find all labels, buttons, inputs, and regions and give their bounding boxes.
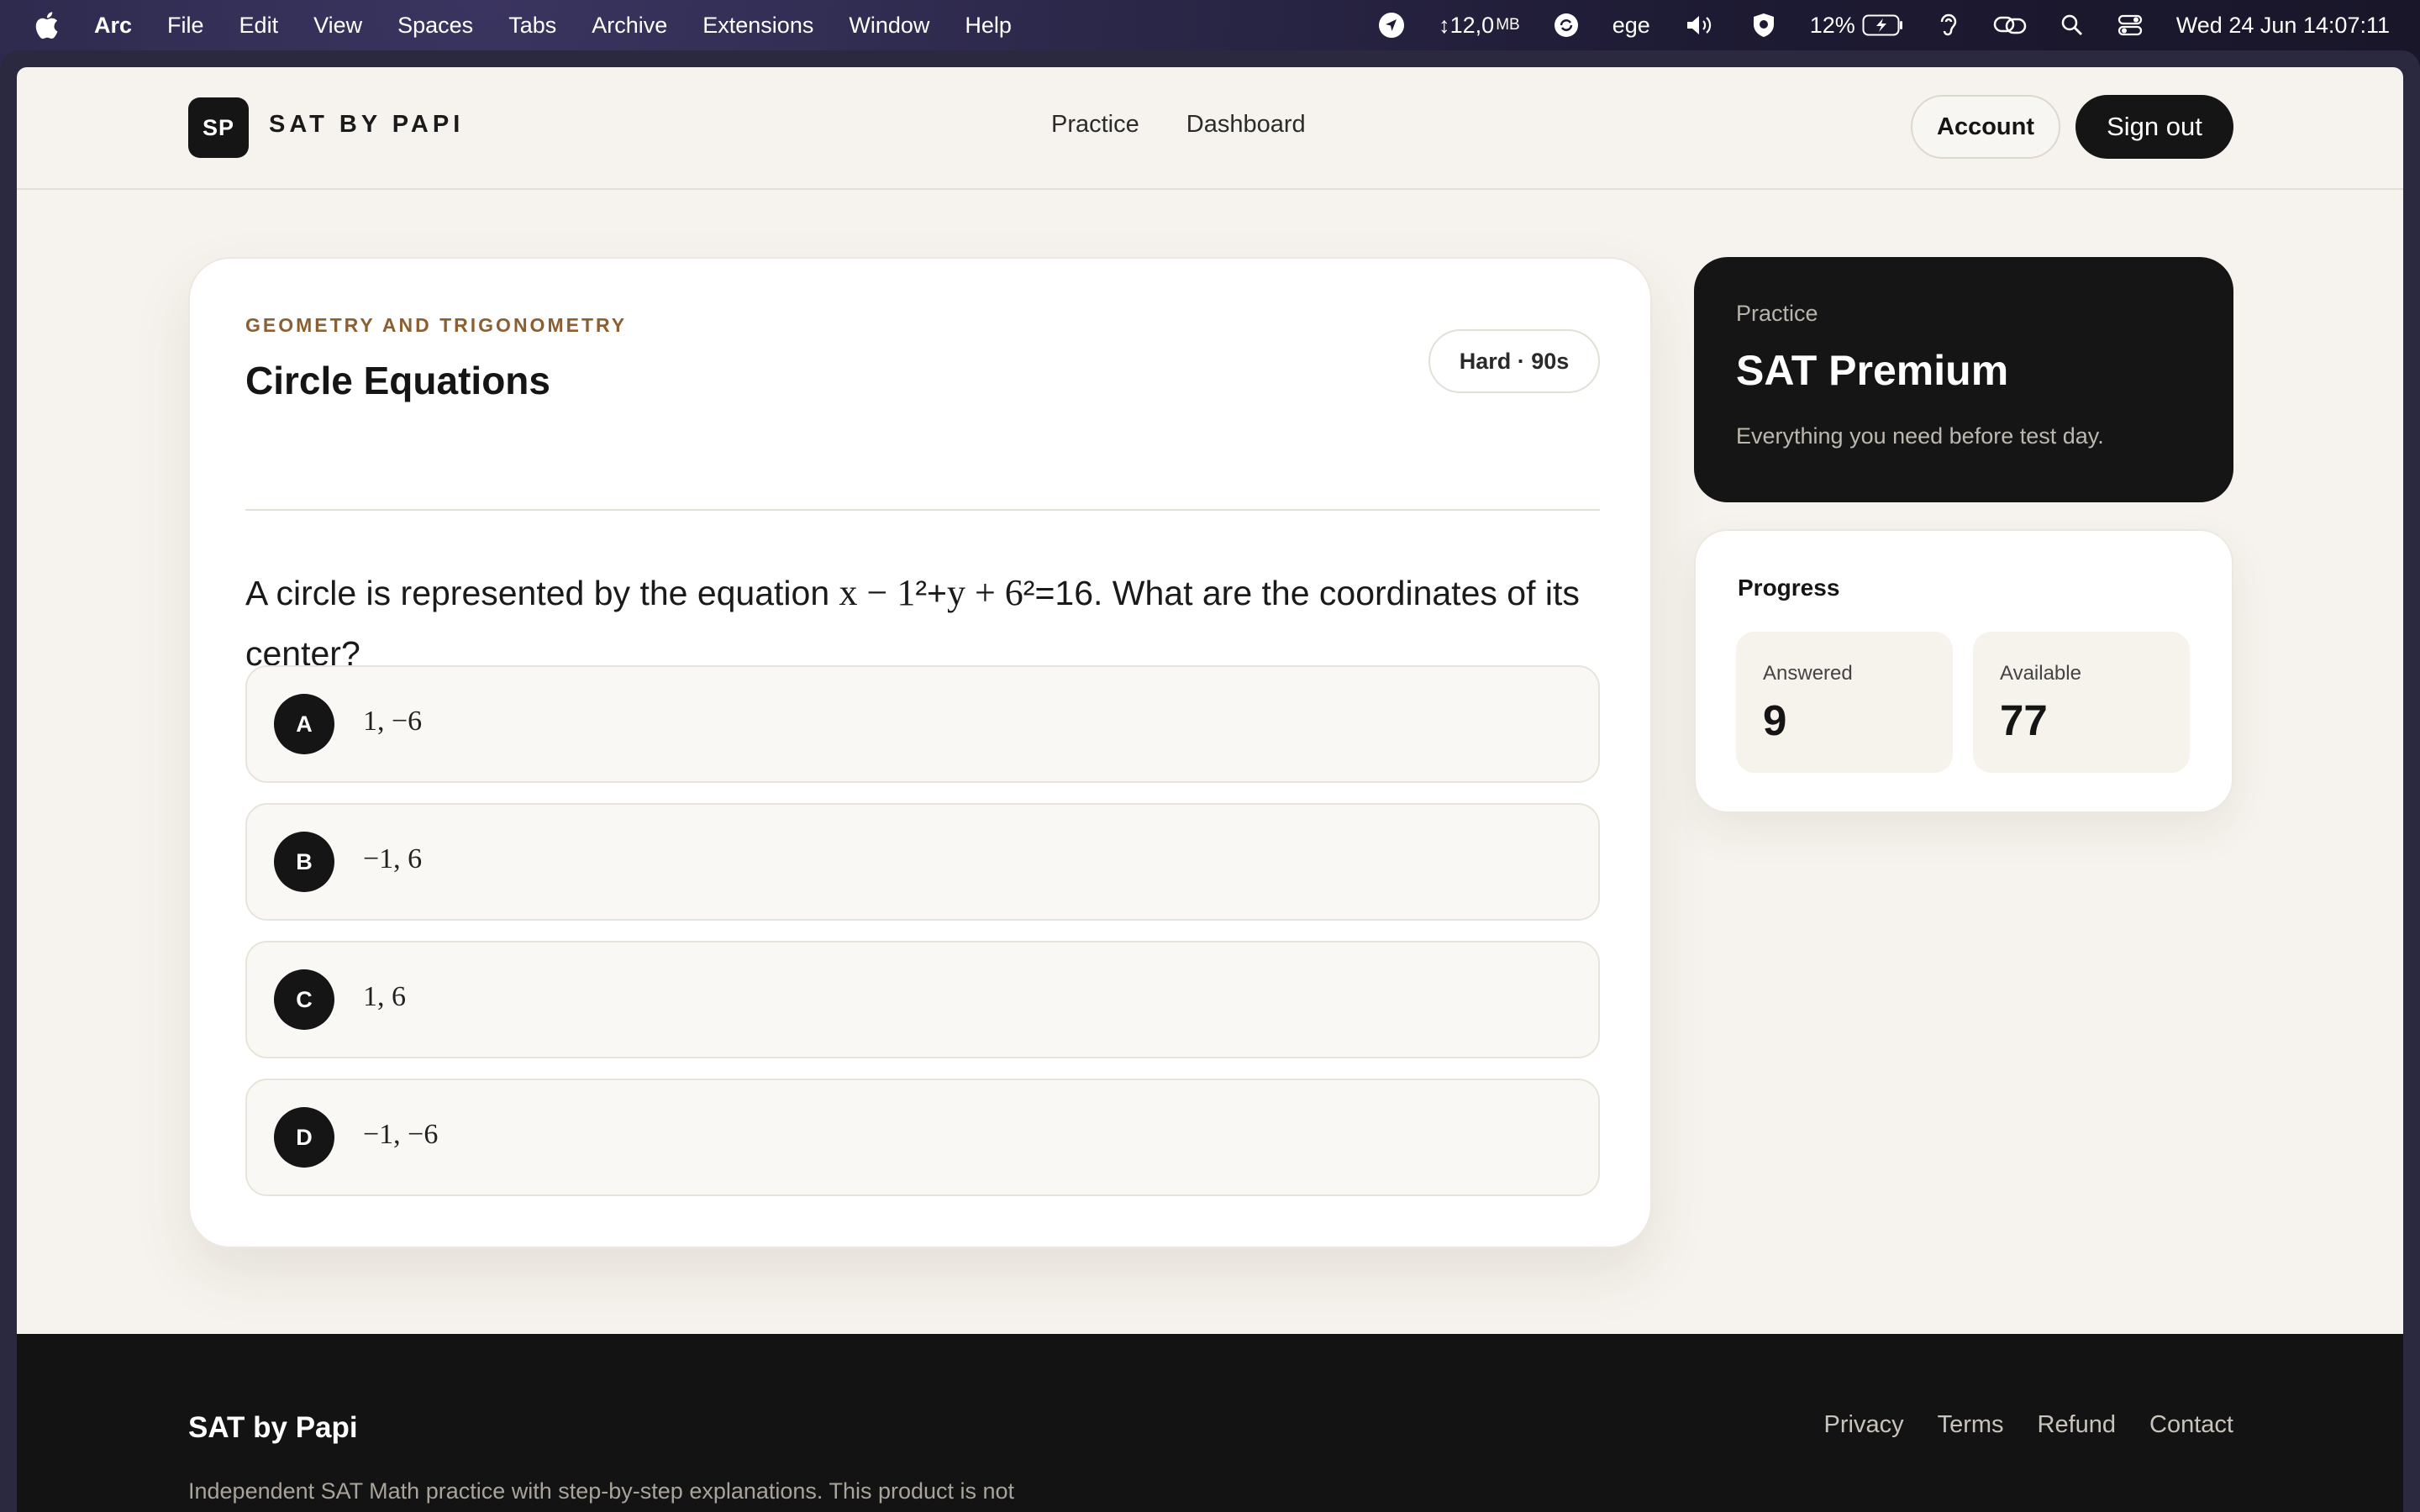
menu-app-name[interactable]: Arc — [94, 13, 132, 39]
browser-window: SP SAT BY PAPI Practice Dashboard Accoun… — [0, 50, 2420, 1512]
choice-value: −1, 6 — [363, 843, 423, 874]
answered-stat: Answered 9 — [1736, 632, 1953, 773]
answered-label: Answered — [1763, 662, 1853, 685]
menu-bar: Arc File Edit View Spaces Tabs Archive E… — [0, 0, 2420, 50]
progress-title: Progress — [1738, 575, 1840, 601]
premium-card: Practice SAT Premium Everything you need… — [1694, 257, 2233, 502]
battery-icon — [1862, 14, 1904, 36]
footer-link-privacy[interactable]: Privacy — [1824, 1411, 1904, 1439]
equation-term-x: x − 1 — [839, 572, 916, 613]
footer-link-contact[interactable]: Contact — [2149, 1411, 2233, 1439]
difficulty-badge: Hard · 90s — [1428, 329, 1600, 393]
menu-edit[interactable]: Edit — [239, 13, 279, 39]
choice-letter-badge: B — [274, 832, 334, 892]
nav-dashboard[interactable]: Dashboard — [1186, 111, 1306, 139]
available-label: Available — [2000, 662, 2081, 685]
control-center-icon[interactable] — [2118, 13, 2143, 37]
search-icon[interactable] — [2060, 13, 2084, 37]
choice-value: 1, −6 — [363, 706, 423, 737]
equation-plus: + — [927, 574, 947, 612]
question-topic-title: Circle Equations — [245, 359, 550, 402]
equation-term-y: y + 6 — [946, 572, 1023, 613]
choice-letter-badge: D — [274, 1107, 334, 1168]
available-stat: Available 77 — [1973, 632, 2190, 773]
choice-letter-badge: A — [274, 694, 334, 754]
volume-icon[interactable] — [1684, 13, 1718, 38]
premium-eyebrow: Practice — [1736, 301, 1818, 326]
answer-choice-a[interactable]: A 1, −6 — [245, 665, 1600, 783]
equation-exponent-2: ² — [1023, 574, 1035, 612]
question-card: GEOMETRY AND TRIGONOMETRY Circle Equatio… — [188, 257, 1652, 1248]
answer-choice-b[interactable]: B −1, 6 — [245, 803, 1600, 921]
menu-extensions[interactable]: Extensions — [702, 13, 813, 39]
main-nav: Practice Dashboard — [1051, 111, 1306, 139]
brand-name[interactable]: SAT BY PAPI — [269, 111, 464, 139]
footer-link-refund[interactable]: Refund — [2038, 1411, 2117, 1439]
equation-exponent-1: ² — [915, 574, 928, 612]
menu-archive[interactable]: Archive — [592, 13, 667, 39]
menu-view[interactable]: View — [313, 13, 362, 39]
logo-badge[interactable]: SP — [188, 97, 249, 158]
clock[interactable]: Wed 24 Jun 14:07:11 — [2176, 13, 2390, 39]
footer-brand: SAT by Papi — [188, 1411, 358, 1444]
keyboard-layout[interactable]: ege — [1612, 13, 1650, 39]
footer-disclaimer: Independent SAT Math practice with step-… — [188, 1478, 1015, 1504]
sync-icon[interactable] — [1554, 13, 1579, 38]
menu-spaces[interactable]: Spaces — [397, 13, 473, 39]
network-stats[interactable]: ↕12,0 MB — [1439, 13, 1520, 39]
premium-title: SAT Premium — [1736, 347, 2009, 394]
sign-out-button[interactable]: Sign out — [2075, 95, 2233, 159]
site-header: SP SAT BY PAPI Practice Dashboard Accoun… — [17, 67, 2403, 190]
account-button[interactable]: Account — [1911, 95, 2060, 159]
answered-value: 9 — [1763, 696, 1787, 744]
location-arrow-icon[interactable] — [1378, 12, 1405, 39]
progress-card: Progress Answered 9 Available 77 — [1694, 529, 2233, 813]
footer-links: Privacy Terms Refund Contact — [1824, 1411, 2234, 1439]
menu-window[interactable]: Window — [849, 13, 929, 39]
nav-practice[interactable]: Practice — [1051, 111, 1139, 139]
menu-tabs[interactable]: Tabs — [508, 13, 556, 39]
choice-value: −1, −6 — [363, 1119, 439, 1150]
footer-link-terms[interactable]: Terms — [1938, 1411, 2004, 1439]
web-page: SP SAT BY PAPI Practice Dashboard Accoun… — [17, 67, 2403, 1512]
card-divider — [245, 509, 1600, 511]
link-icon[interactable] — [1993, 13, 2027, 38]
premium-subtitle: Everything you need before test day. — [1736, 423, 2104, 449]
menu-help[interactable]: Help — [965, 13, 1012, 39]
choice-value: 1, 6 — [363, 981, 406, 1012]
apple-icon[interactable] — [34, 11, 59, 39]
available-value: 77 — [2000, 696, 2048, 744]
question-category: GEOMETRY AND TRIGONOMETRY — [245, 314, 628, 336]
site-footer: SAT by Papi Privacy Terms Refund Contact… — [17, 1334, 2403, 1512]
battery-status[interactable]: 12% — [1810, 13, 1904, 39]
shield-icon[interactable] — [1751, 12, 1776, 39]
answer-choice-d[interactable]: D −1, −6 — [245, 1079, 1600, 1196]
menu-file[interactable]: File — [167, 13, 204, 39]
choice-letter-badge: C — [274, 969, 334, 1030]
question-prefix: A circle is represented by the equation — [245, 574, 839, 612]
answer-choice-c[interactable]: C 1, 6 — [245, 941, 1600, 1058]
hearing-icon[interactable] — [1938, 12, 1960, 39]
